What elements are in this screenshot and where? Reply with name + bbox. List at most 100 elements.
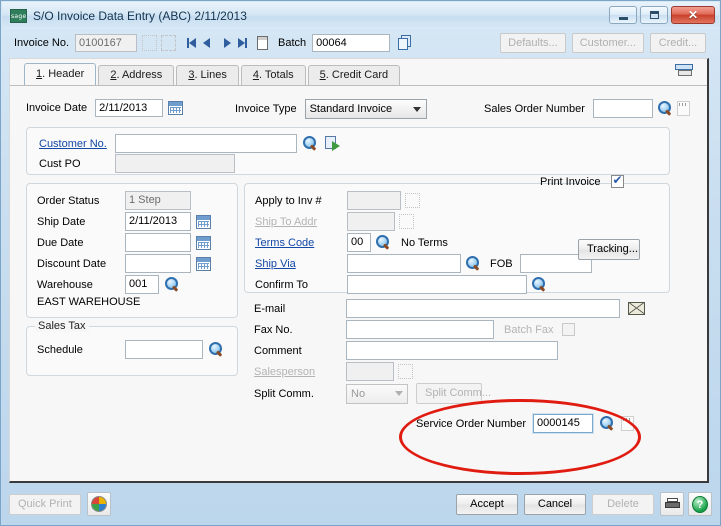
service-order-lookup-icon[interactable]: [600, 416, 615, 431]
warehouse-description: EAST WAREHOUSE: [37, 296, 141, 308]
discount-date-row: Discount Date: [37, 254, 211, 273]
ship-to-addr-lookup-ghost[interactable]: [399, 214, 414, 229]
discount-date-calendar-icon[interactable]: [196, 256, 211, 271]
confirm-to-label: Confirm To: [255, 278, 308, 291]
tab-totals-label: . Totals: [258, 69, 294, 81]
sales-order-expand-button[interactable]: [676, 101, 690, 116]
fax-no-input[interactable]: [346, 320, 494, 339]
ship-date-calendar-icon[interactable]: [196, 214, 211, 229]
discount-date-input[interactable]: [125, 254, 191, 273]
accept-button[interactable]: Accept: [456, 493, 518, 515]
printer-icon[interactable]: [675, 64, 695, 82]
apply-to-inv-row: Apply to Inv #: [255, 191, 420, 210]
apply-to-inv-lookup-ghost[interactable]: [405, 193, 420, 208]
first-record-button[interactable]: [184, 35, 199, 51]
warehouse-lookup-icon[interactable]: [165, 277, 180, 292]
delete-button[interactable]: Delete: [592, 493, 654, 515]
maximize-button[interactable]: [640, 6, 668, 24]
schedule-input[interactable]: [125, 340, 203, 359]
previous-record-button[interactable]: [199, 35, 214, 51]
invoice-no-input[interactable]: 0100167: [75, 34, 138, 52]
next-record-button[interactable]: [220, 35, 235, 51]
fax-no-label: Fax No.: [254, 323, 293, 336]
customer-no-label[interactable]: Customer No.: [39, 138, 109, 150]
service-order-expand-button[interactable]: [621, 416, 635, 431]
batch-fax-label: Batch Fax: [504, 323, 554, 336]
confirm-to-lookup-icon[interactable]: [532, 277, 547, 292]
invoice-memo-ghost-button[interactable]: [161, 35, 177, 51]
tracking-button[interactable]: Tracking...: [578, 239, 640, 260]
title-bar: sage S/O Invoice Data Entry (ABC) 2/11/2…: [2, 2, 719, 29]
apply-to-inv-input[interactable]: [347, 191, 401, 210]
confirm-to-input[interactable]: [347, 275, 527, 294]
quick-print-button[interactable]: Quick Print: [9, 493, 81, 515]
minimize-icon: [618, 16, 628, 20]
footer-bar: Quick Print Accept Cancel Delete ?: [9, 487, 712, 521]
email-icon[interactable]: [628, 302, 645, 315]
salesperson-input[interactable]: [346, 362, 394, 381]
print-invoice-checkbox[interactable]: [610, 173, 624, 188]
due-date-calendar-icon[interactable]: [196, 235, 211, 250]
last-record-button[interactable]: [235, 35, 250, 51]
salesperson-label[interactable]: Salesperson: [254, 366, 346, 378]
customer-no-input[interactable]: [115, 134, 297, 153]
service-order-number-input[interactable]: 0000145: [532, 413, 595, 434]
invoice-date-row: Invoice Date 2/11/2013: [26, 99, 184, 117]
email-input[interactable]: [346, 299, 620, 318]
terms-code-label[interactable]: Terms Code: [255, 237, 347, 249]
invoice-type-value: Standard Invoice: [309, 103, 393, 115]
ship-to-addr-input[interactable]: [347, 212, 395, 231]
order-status-label: Order Status: [37, 194, 100, 207]
invoice-type-select[interactable]: Standard Invoice: [304, 99, 427, 119]
help-button[interactable]: ?: [688, 492, 712, 516]
customer-lookup-icon[interactable]: [303, 136, 318, 151]
due-date-input[interactable]: [125, 233, 191, 252]
batch-copy-button[interactable]: [398, 35, 414, 51]
split-comm-chevron-down-icon: [390, 385, 407, 403]
tab-lines[interactable]: 3. Lines: [176, 65, 239, 85]
ship-via-label[interactable]: Ship Via: [255, 258, 347, 270]
terms-code-lookup-icon[interactable]: [376, 235, 391, 250]
batch-input[interactable]: 00064: [312, 34, 391, 52]
tab-credit-card[interactable]: 5. Credit Card: [307, 65, 401, 85]
tab-header[interactable]: 1. Header: [24, 63, 97, 85]
print-button[interactable]: [660, 492, 684, 516]
minimize-button[interactable]: [609, 6, 637, 24]
close-icon: ✕: [687, 8, 699, 22]
previous-record-icon: [203, 38, 211, 48]
customer-button[interactable]: Customer...: [571, 33, 644, 53]
tab-address[interactable]: 2. Address: [98, 65, 175, 85]
sales-order-number-row: Sales Order Number: [484, 99, 690, 118]
sales-order-number-input[interactable]: [592, 99, 653, 118]
schedule-lookup-icon[interactable]: [209, 342, 224, 357]
cancel-button[interactable]: Cancel: [524, 493, 586, 515]
salesperson-lookup-ghost[interactable]: [398, 364, 413, 379]
calendar-icon[interactable]: [168, 101, 184, 115]
warehouse-input[interactable]: 001: [125, 275, 159, 294]
ship-to-addr-label[interactable]: Ship To Addr: [255, 216, 347, 228]
batch-fax-checkbox[interactable]: [561, 323, 575, 336]
split-comm-select[interactable]: No: [346, 383, 408, 404]
ship-via-input[interactable]: [347, 254, 461, 273]
list-button[interactable]: [255, 35, 270, 51]
split-comm-value: No: [351, 387, 366, 400]
sales-order-lookup-icon[interactable]: [657, 101, 673, 116]
ship-date-input[interactable]: 2/11/2013: [125, 212, 191, 231]
print-preview-button[interactable]: [86, 492, 111, 516]
invoice-lookup-ghost-button[interactable]: [142, 35, 158, 51]
credit-button[interactable]: Credit...: [649, 33, 706, 53]
defaults-button[interactable]: Defaults...: [500, 33, 566, 53]
terms-code-input[interactable]: 00: [347, 233, 371, 252]
customer-new-icon[interactable]: [325, 136, 341, 151]
invoice-date-input[interactable]: 2/11/2013: [95, 99, 164, 117]
tab-underline: [10, 85, 707, 86]
close-button[interactable]: ✕: [671, 6, 715, 24]
ship-via-lookup-icon[interactable]: [466, 256, 481, 271]
comment-input[interactable]: [346, 341, 558, 360]
cust-po-input[interactable]: [115, 154, 235, 173]
split-comm-button[interactable]: Split Comm...: [416, 383, 491, 404]
tab-totals[interactable]: 4. Totals: [240, 65, 306, 85]
ship-date-label: Ship Date: [37, 215, 86, 228]
ship-date-row: Ship Date 2/11/2013: [37, 212, 211, 231]
help-icon: ?: [692, 495, 708, 513]
